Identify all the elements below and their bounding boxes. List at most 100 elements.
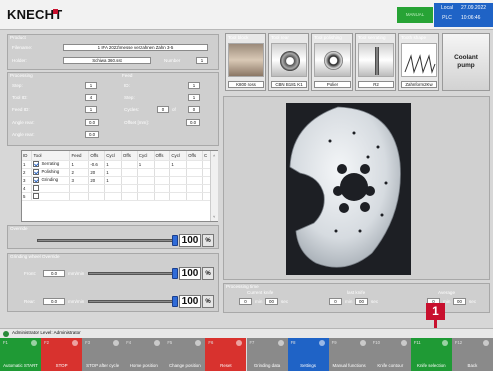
row-checkbox[interactable] [33, 185, 40, 191]
cell: 1 [69, 160, 90, 169]
angle-rear-field[interactable]: 0.0 [85, 119, 99, 126]
column-header[interactable]: Cycl [169, 151, 188, 161]
table-row[interactable]: 4 [22, 184, 213, 193]
column-header[interactable]: ID [22, 151, 33, 161]
date-display: 27.09.2022 [461, 5, 487, 11]
column-header[interactable]: Offs [154, 151, 171, 161]
number-field[interactable]: 1 [196, 57, 208, 64]
row-checkbox[interactable] [33, 193, 40, 199]
fkey-f1-button[interactable]: F1 Automatic START [0, 338, 42, 371]
serrating-tool-icon [375, 47, 379, 75]
angle-front-field[interactable]: 0.0 [85, 131, 99, 138]
tooth-shape-icon [404, 54, 436, 74]
cell: 1 [104, 168, 122, 177]
cell [169, 168, 188, 177]
coolant-pump-button[interactable]: Coolant pump [442, 33, 490, 91]
angle-rear-label: Angle rear: [12, 120, 35, 125]
cell [137, 168, 155, 177]
table-scrollbar[interactable]: ˄ ˅ [210, 151, 218, 221]
fkey-f7-button[interactable]: F7 Grinding data [246, 338, 289, 371]
table-row[interactable]: 5 [22, 192, 213, 201]
column-header[interactable]: Cycl [137, 151, 155, 161]
tool-block-tile[interactable]: Tool block K800 ross [225, 33, 266, 91]
front-slider-thumb[interactable] [172, 268, 178, 279]
tool-id-field[interactable]: 4 [85, 94, 97, 101]
scroll-down-icon[interactable]: ˅ [213, 214, 215, 219]
grinding-wheel-image [271, 43, 307, 77]
fkey-f5-button[interactable]: F5 Change position [164, 338, 207, 371]
cycles-current[interactable]: 0 [157, 106, 169, 113]
offset-field[interactable]: 0.0 [186, 119, 200, 126]
cycles-total[interactable]: 0 [188, 106, 200, 113]
tooth-shape-tile[interactable]: Tooth shape Zahnform2Kw [398, 33, 439, 91]
fkey-number: F1 [3, 340, 8, 345]
fkey-label: Reset [220, 363, 232, 368]
fkey-f4-button[interactable]: F4 Home position [123, 338, 166, 371]
average-label: Average [438, 290, 456, 295]
cell [104, 184, 122, 193]
override-percent-button[interactable]: % [202, 234, 214, 247]
scroll-up-icon[interactable]: ˄ [213, 153, 215, 158]
fkey-f8-button[interactable]: F8 Settings [287, 338, 330, 371]
rear-label: Rear: [24, 299, 36, 304]
front-unit-label: mm/min [68, 271, 85, 276]
column-header[interactable]: Feed [69, 151, 90, 161]
avg-sec-field: 00 [453, 298, 466, 305]
override-slider-track[interactable] [37, 239, 175, 242]
fkey-f11-button[interactable]: F11 Knife selection [410, 338, 453, 371]
tools-table[interactable]: ID Tool Feed Offs Cycl Offs Cycl Offs Cy… [21, 150, 218, 222]
tool-serrating-tile[interactable]: Tool serrating R2 [355, 33, 396, 91]
feed-id-field[interactable]: 1 [85, 106, 97, 113]
column-header[interactable]: Offs [121, 151, 138, 161]
rear-slider-track[interactable] [88, 300, 175, 303]
front-slider-track[interactable] [88, 272, 175, 275]
column-header[interactable]: Offs [186, 151, 203, 161]
fkey-f12-button[interactable]: F12 Back [451, 338, 493, 371]
step-field[interactable]: 1 [85, 82, 97, 89]
fkey-f3-button[interactable]: F3 STOP after cycle [82, 338, 125, 371]
feed-step-value[interactable]: 1 [188, 94, 200, 101]
fkey-f9-button[interactable]: F9 Manual functions [328, 338, 371, 371]
processing-time-title: Processing time [226, 284, 259, 289]
cell [186, 160, 203, 169]
cell [154, 168, 171, 177]
fkey-number: F9 [331, 340, 337, 345]
tile-name: Zahnform2Kw [401, 81, 437, 88]
fkey-f2-button[interactable]: F2 STOP [41, 338, 84, 371]
rear-feed-field[interactable]: 0.0 [43, 298, 65, 305]
column-header[interactable]: Offs [88, 151, 106, 161]
fkey-number: F8 [290, 340, 296, 345]
row-checkbox[interactable] [33, 177, 40, 183]
settings-icon [318, 340, 325, 346]
feed-id-label: Feed ID: [12, 107, 30, 112]
cell [69, 184, 90, 193]
tool-rear-tile[interactable]: Tool rear CBN B181 K1 [268, 33, 309, 91]
rear-slider-thumb[interactable] [172, 296, 178, 307]
row-checkbox[interactable] [33, 169, 40, 175]
fkey-label: Manual functions [332, 363, 366, 368]
table-row[interactable]: 3 Grinding 3 20 1 [22, 176, 213, 185]
override-slider-thumb[interactable] [172, 235, 178, 246]
fkey-f6-button[interactable]: F6 Reset [205, 338, 248, 371]
fkey-f10-button[interactable]: F10 Knife contour [369, 338, 412, 371]
filename-field[interactable]: 1 IFA 2022\messe verzahnen Zahn 3-5 [63, 44, 208, 51]
offset-label: Offset [mm]: [124, 120, 149, 125]
knife-photo [286, 103, 411, 275]
front-percent-button[interactable]: % [202, 267, 214, 280]
feed-id-value[interactable]: 1 [188, 82, 200, 89]
rear-percent-button[interactable]: % [202, 295, 214, 308]
column-header[interactable]: Cycl [104, 151, 122, 161]
tool-polishing-tile[interactable]: Tool polishing Polier [311, 33, 353, 91]
front-feed-field[interactable]: 0.0 [43, 270, 65, 277]
rear-percent-value: 100 [179, 295, 201, 308]
cell [186, 192, 203, 201]
table-row[interactable]: 1 Serrating 1 -0.6 1 1 1 [22, 160, 213, 169]
fkey-label: Settings [300, 363, 317, 368]
column-header[interactable]: Tool [31, 151, 71, 161]
table-row[interactable]: 2 Polishing 2 20 1 [22, 168, 213, 177]
fkey-number: F6 [208, 340, 214, 345]
manual-mode-indicator[interactable]: MANUAL [397, 7, 433, 23]
row-checkbox[interactable] [33, 161, 40, 167]
holder-field[interactable]: Schiwa 360.sst [63, 57, 151, 64]
polishing-wheel-image [314, 43, 351, 77]
